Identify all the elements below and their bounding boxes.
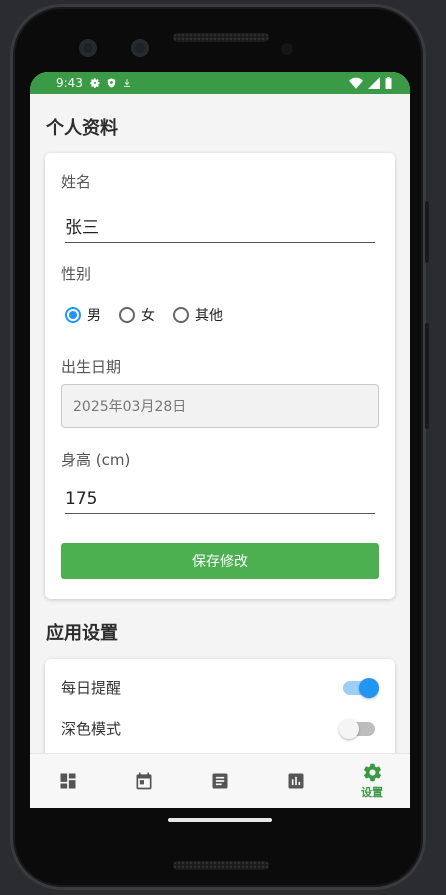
gender-radio-group: 男 女 其他 [65,305,241,325]
height-label: 身高 (cm) [61,451,131,469]
wifi-icon [349,77,363,89]
daily-reminder-switch[interactable] [343,677,379,698]
gender-label: 性别 [61,265,92,283]
status-time: 9:43 [56,76,83,90]
radio-male[interactable] [65,307,81,323]
settings-icon [363,763,381,782]
setting-row-daily-reminder: 每日提醒 [61,677,379,698]
bottom-navigation: 设置 [30,753,410,808]
home-indicator[interactable] [168,818,272,822]
battery-icon [385,77,392,89]
notes-icon [212,773,228,789]
nav-calendar[interactable] [106,754,182,808]
gender-option-male[interactable]: 男 [65,305,101,325]
height-input[interactable]: 175 [65,489,375,514]
app-settings-title: 应用设置 [46,623,118,644]
bottom-speaker [173,861,269,870]
radio-male-label: 男 [87,308,101,324]
status-bar: 9:43 [30,72,410,94]
proximity-sensor [281,43,293,55]
dark-mode-label: 深色模式 [61,720,122,738]
chart-icon [288,773,304,789]
gear-icon [90,78,100,88]
gender-option-other[interactable]: 其他 [173,305,223,325]
radio-female[interactable] [119,307,135,323]
radio-other[interactable] [173,307,189,323]
scroll-content[interactable]: 个人资料 姓名 张三 性别 男 女 其他 出生日期 2025年03月28日 身高… [30,94,410,760]
front-camera-left [79,39,97,57]
radio-other-label: 其他 [195,308,223,324]
birth-date-label: 出生日期 [61,358,122,376]
setting-row-dark-mode: 深色模式 [61,718,379,739]
radio-female-label: 女 [141,308,155,324]
dashboard-icon [60,773,76,789]
settings-card: 每日提醒 深色模式 [45,659,395,760]
birth-date-field[interactable]: 2025年03月28日 [61,384,379,428]
calendar-icon [136,772,152,790]
name-label: 姓名 [61,173,92,191]
switch-knob [359,677,379,698]
switch-knob [339,718,359,739]
gesture-bar [30,808,410,832]
profile-section-title: 个人资料 [46,118,118,139]
nav-settings[interactable]: 设置 [334,754,410,808]
gender-option-female[interactable]: 女 [119,305,155,325]
nav-stats[interactable] [258,754,334,808]
download-icon [124,79,130,87]
shield-icon [107,78,116,88]
signal-icon [368,77,380,89]
daily-reminder-label: 每日提醒 [61,679,122,697]
birth-date-value: 2025年03月28日 [73,399,187,415]
earpiece-speaker [173,33,269,42]
power-button [425,201,429,263]
nav-notes[interactable] [182,754,258,808]
save-button[interactable]: 保存修改 [61,543,379,579]
name-input[interactable]: 张三 [65,213,375,243]
app-screen: 9:43 个人资料 姓名 张三 性别 男 女 其他 出生日期 2025年03月2… [30,72,410,832]
front-camera-right [131,39,149,57]
dark-mode-switch[interactable] [339,718,375,739]
profile-card: 姓名 张三 性别 男 女 其他 出生日期 2025年03月28日 身高 (cm)… [45,153,395,599]
nav-settings-label: 设置 [361,786,383,799]
volume-button [425,323,429,429]
nav-dashboard[interactable] [30,754,106,808]
